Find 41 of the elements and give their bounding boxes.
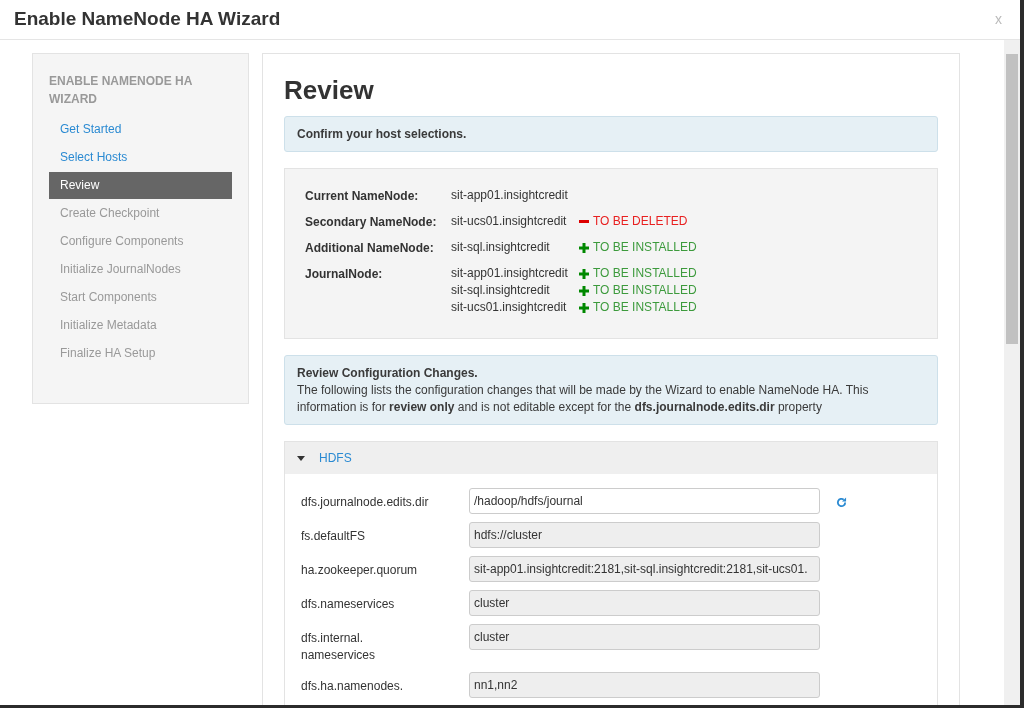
plus-icon: [579, 268, 589, 279]
scrollbar[interactable]: [1004, 40, 1020, 705]
host-name: sit-ucs01.insightcredit: [451, 213, 568, 231]
caret-icon[interactable]: [297, 455, 305, 461]
host-action-status: TO BE DELETED: [593, 213, 688, 231]
property-field[interactable]: /hadoop/hdfs/journal: [469, 488, 820, 515]
property-label: ha.zookeeper.quorum: [301, 562, 419, 580]
page-heading: Review: [284, 75, 375, 107]
property-label: dfs.journalnode.edits.dir: [301, 494, 430, 512]
host-role-label: JournalNode:: [305, 266, 384, 284]
host-action-status: TO BE INSTALLED: [593, 282, 697, 300]
host-action-status: TO BE INSTALLED: [593, 239, 697, 257]
plus-icon: [579, 302, 589, 313]
host-action-status: TO BE INSTALLED: [593, 265, 697, 283]
host-name: sit-app01.insightcredit: [451, 265, 569, 283]
host-name: sit-ucs01.insightcredit: [451, 299, 568, 317]
plus-icon: [579, 285, 589, 296]
host-name: sit-sql.insightcredit: [451, 239, 551, 257]
scrollbar-thumb[interactable]: [1006, 54, 1018, 344]
host-role-label: Current NameNode:: [305, 188, 420, 206]
host-name: sit-app01.insightcredit: [451, 187, 569, 205]
alert-title: Review Configuration Changes.: [297, 365, 479, 383]
wizard-step[interactable]: Review: [49, 172, 232, 199]
property-label: dfs.internal. nameservices: [301, 630, 377, 665]
property-label: dfs.nameservices: [301, 596, 396, 614]
alert-text: The following lists the configuration changes that will be made by the Wizard to enable NameNode HA. This information is for review only and is not editable except for the dfs.journalnode.edits.dir property: [297, 382, 870, 417]
host-role-label: Additional NameNode:: [305, 240, 435, 258]
host-action-status: TO BE INSTALLED: [593, 299, 697, 317]
confirm-alert: Confirm your host selections.: [284, 116, 938, 153]
property-label: dfs.ha.namenodes.: [301, 678, 405, 696]
host-name: sit-sql.insightcredit: [451, 282, 551, 300]
sidebar-title: ENABLE NAMENODE HA WIZARD: [49, 73, 193, 108]
close-button[interactable]: x: [991, 9, 1006, 30]
host-role-label: Secondary NameNode:: [305, 214, 438, 232]
property-label: fs.defaultFS: [301, 528, 367, 546]
wizard-step[interactable]: Select Hosts: [49, 144, 232, 171]
plus-icon: [579, 242, 589, 253]
wizard-step[interactable]: Get Started: [49, 116, 232, 143]
window-title: Enable NameNode HA Wizard: [14, 8, 281, 31]
section-title-link[interactable]: HDFS: [319, 449, 352, 468]
minus-icon: [579, 220, 589, 224]
